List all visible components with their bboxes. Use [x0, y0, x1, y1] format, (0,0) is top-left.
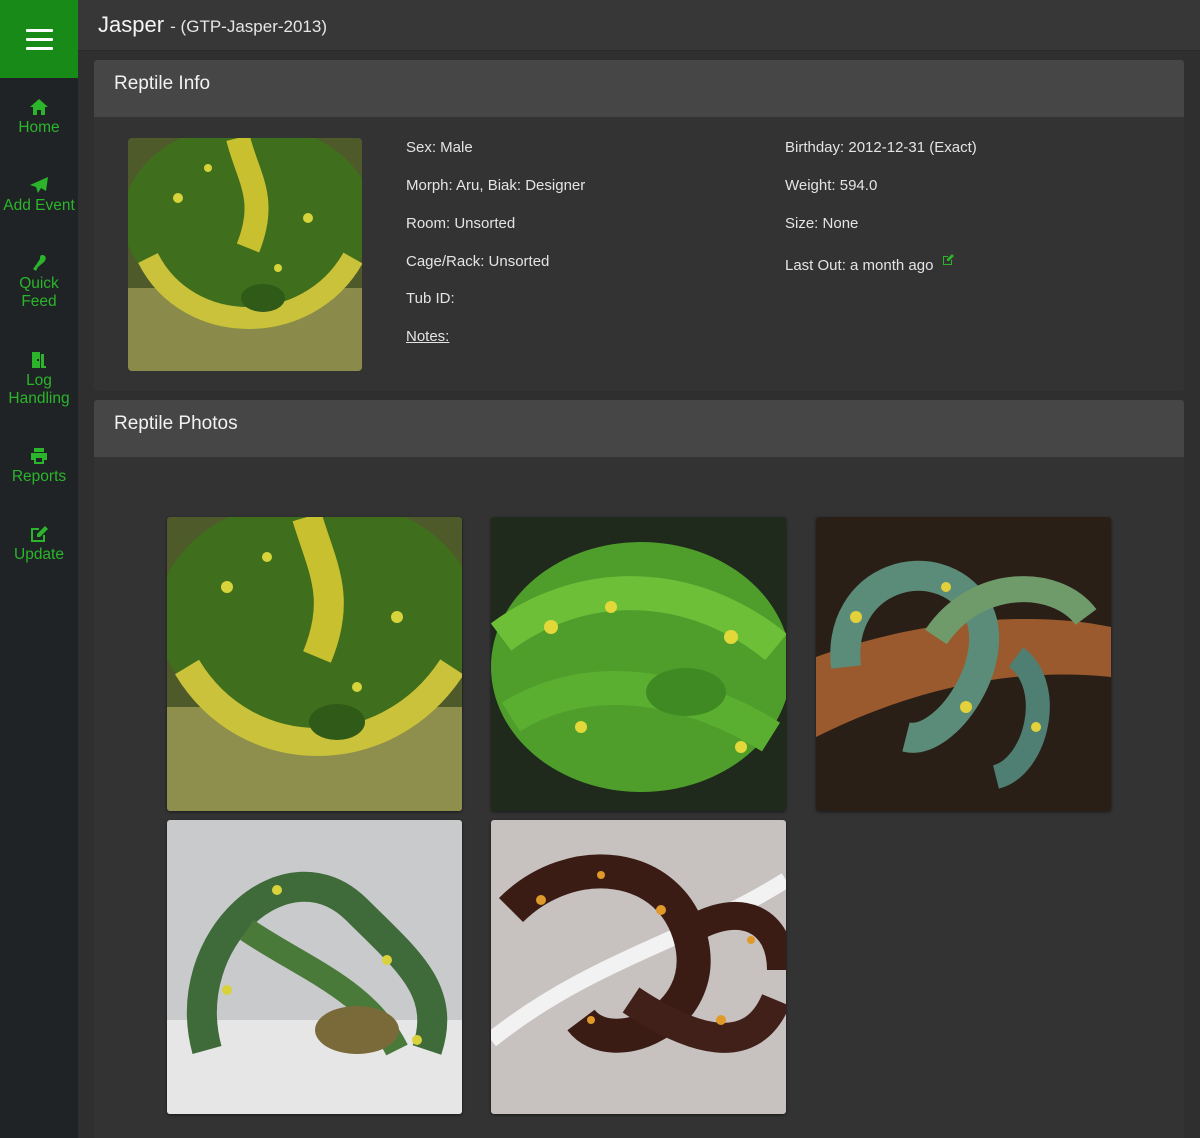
menu-icon-bar	[25, 46, 53, 50]
home-icon	[28, 97, 50, 117]
menu-icon-bar	[25, 37, 53, 41]
reptile-info-panel: Reptile Info Sex: Male Morph: Aru, Biak:…	[94, 60, 1184, 391]
reptile-id: - (GTP-Jasper-2013)	[170, 17, 327, 36]
nav-home[interactable]: Home	[0, 97, 78, 137]
top-bar: Jasper - (GTP-Jasper-2013)	[78, 0, 1200, 51]
food-icon	[28, 253, 50, 273]
nav-update[interactable]: Update	[0, 524, 78, 564]
last-out-field: Last Out: a month ago	[785, 253, 955, 274]
nav-reports-label: Reports	[11, 468, 67, 485]
reptile-photo-4[interactable]	[167, 820, 462, 1114]
edit-icon	[28, 524, 50, 544]
reptile-photo-3[interactable]	[816, 517, 1111, 811]
reptile-profile-photo[interactable]	[128, 138, 362, 371]
menu-icon	[25, 28, 53, 32]
weight-field: Weight: 594.0	[785, 177, 878, 194]
reptile-photo-2[interactable]	[491, 517, 786, 811]
nav-log-handling[interactable]: Log Handling	[0, 350, 78, 408]
morph-field: Morph: Aru, Biak: Designer	[406, 177, 586, 194]
tub-id-field: Tub ID:	[406, 290, 455, 307]
door-icon	[28, 350, 50, 370]
reptile-name: Jasper	[98, 12, 165, 37]
nav-add-event-label: Add Event	[3, 197, 75, 214]
cage-rack-field: Cage/Rack: Unsorted	[406, 253, 550, 270]
edit-icon[interactable]	[942, 253, 955, 266]
reptile-info-title: Reptile Info	[94, 60, 1184, 117]
nav-reports[interactable]: Reports	[0, 446, 78, 486]
nav-update-label: Update	[14, 546, 64, 563]
nav-add-event[interactable]: Add Event	[0, 175, 78, 215]
notes-link[interactable]: Notes:	[406, 328, 449, 345]
reptile-photos-title: Reptile Photos	[94, 400, 1184, 457]
room-field: Room: Unsorted	[406, 215, 516, 232]
nav-log-handling-label: Log Handling	[8, 372, 70, 407]
reptile-photos-panel: Reptile Photos	[94, 400, 1184, 1138]
print-icon	[28, 446, 50, 466]
nav-quick-feed[interactable]: Quick Feed	[0, 253, 78, 311]
sidebar: Home Add Event Quick Feed Log Handling R…	[0, 0, 78, 1138]
size-field: Size: None	[785, 215, 859, 232]
paper-plane-icon	[28, 175, 50, 195]
birthday-field: Birthday: 2012-12-31 (Exact)	[785, 139, 977, 156]
hamburger-menu-button[interactable]	[0, 0, 78, 78]
reptile-photo-1[interactable]	[167, 517, 462, 811]
last-out-text: Last Out: a month ago	[785, 257, 934, 274]
sex-field: Sex: Male	[406, 139, 473, 156]
nav-quick-feed-label: Quick Feed	[19, 275, 59, 310]
page-title: Jasper - (GTP-Jasper-2013)	[98, 12, 327, 38]
reptile-photo-5[interactable]	[491, 820, 786, 1114]
nav-home-label: Home	[18, 119, 60, 136]
